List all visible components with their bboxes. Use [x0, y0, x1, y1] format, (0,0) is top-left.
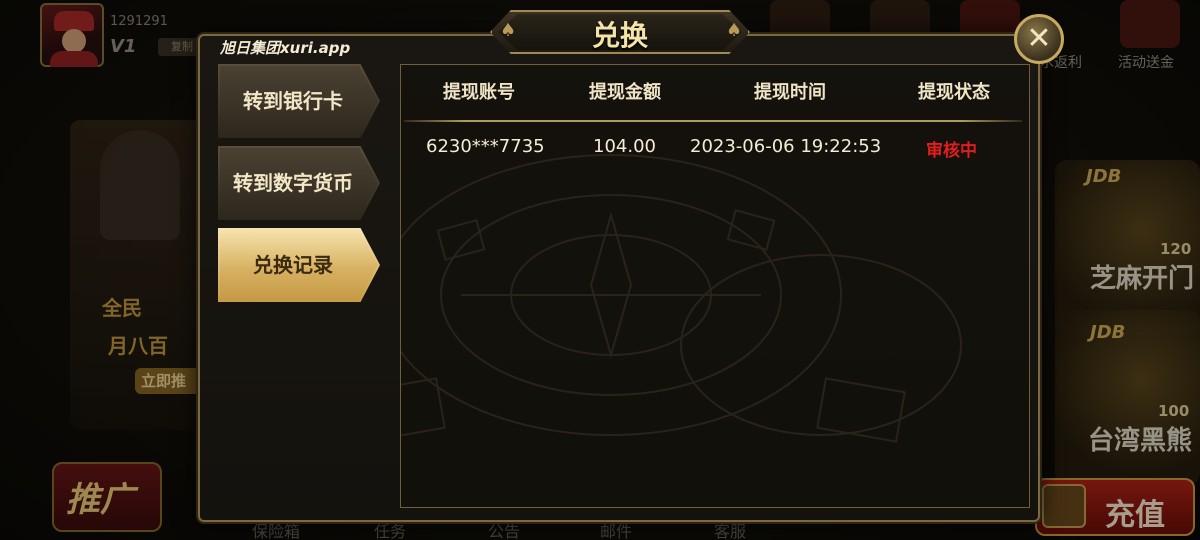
close-button[interactable]: ✕	[1014, 14, 1064, 64]
column-header-status: 提现状态	[918, 82, 990, 103]
brand-watermark: 旭日集团xuri.app	[220, 39, 351, 57]
tab-crypto[interactable]: 转到数字货币	[218, 146, 380, 220]
tab-bank-card[interactable]: 转到银行卡	[218, 64, 380, 138]
close-icon: ✕	[1026, 21, 1052, 56]
spade-icon: ♠	[726, 20, 743, 41]
record-time: 2023-06-06 19:22:53	[690, 136, 882, 157]
column-header-time: 提现时间	[754, 82, 826, 103]
dialog-title: 兑换	[591, 19, 648, 52]
records-panel	[400, 64, 1030, 508]
tab-label: 转到数字货币	[233, 171, 353, 195]
record-amount: 104.00	[593, 136, 656, 157]
spade-icon: ♠	[500, 20, 517, 41]
compass-decoration	[401, 154, 962, 443]
column-header-account: 提现账号	[443, 82, 515, 103]
record-status: 审核中	[926, 141, 977, 161]
tab-label: 转到银行卡	[243, 89, 343, 113]
tab-exchange-records[interactable]: 兑换记录	[218, 228, 380, 302]
column-header-amount: 提现金额	[589, 82, 661, 103]
record-account: 6230***7735	[426, 136, 545, 157]
table-header-divider	[404, 120, 1022, 122]
tab-label: 兑换记录	[253, 253, 333, 277]
